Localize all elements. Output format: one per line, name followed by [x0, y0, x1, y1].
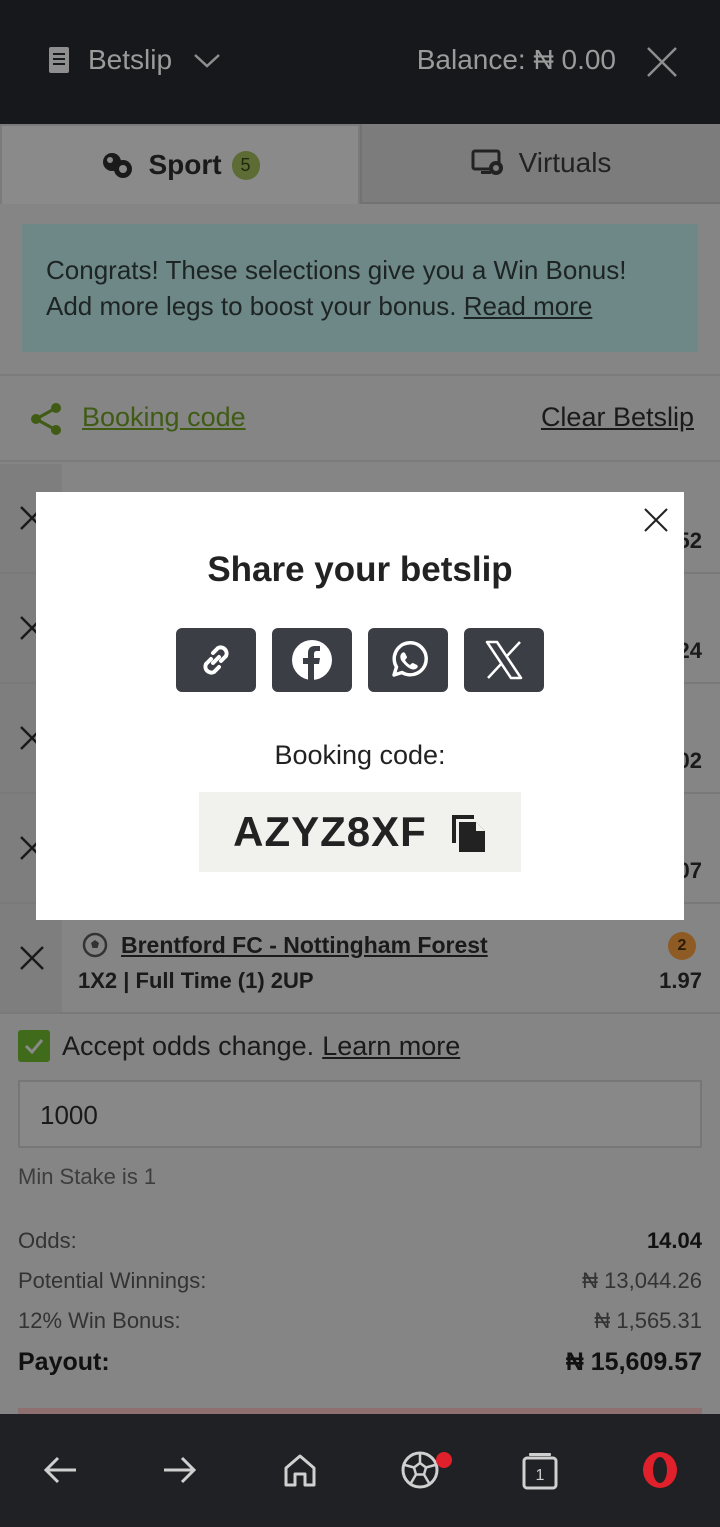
odds-value: 14.04	[646, 1228, 702, 1253]
link-icon	[203, 645, 229, 675]
selection-row: Brentford FC - Nottingham Forest 1X2 | F…	[0, 904, 720, 1014]
bonus-row: 12% Win Bonus: ₦ 1,565.31	[18, 1308, 702, 1334]
booking-code-box[interactable]: AZYZ8XF	[199, 792, 521, 872]
odds-label: Odds:	[18, 1228, 77, 1253]
payout-value: ₦ 15,609.57	[565, 1348, 702, 1376]
chevron-down-icon[interactable]	[192, 48, 222, 72]
share-x-button[interactable]	[464, 628, 544, 692]
share-facebook-button[interactable]	[272, 628, 352, 692]
tab-sport[interactable]: Sport 5	[0, 124, 360, 204]
winnings-label: Potential Winnings:	[18, 1268, 207, 1293]
copy-icon[interactable]	[449, 811, 487, 853]
tab-virtuals-label: Virtuals	[518, 147, 612, 178]
tabs-icon: 1	[522, 1453, 558, 1490]
remove-selection-icon[interactable]	[18, 944, 46, 972]
win-bonus-banner: Congrats! These selections give you a Wi…	[22, 224, 698, 352]
balance-display: Balance: ₦ 0.00	[416, 44, 616, 75]
copy-link-button[interactable]	[176, 628, 256, 692]
football-icon[interactable]	[400, 1450, 440, 1490]
home-icon[interactable]	[280, 1450, 320, 1490]
modal-title: Share your betslip	[207, 550, 513, 589]
betslip-header: Betslip Balance: ₦ 0.00	[0, 0, 720, 124]
match-link[interactable]: Brentford FC - Nottingham Forest	[121, 932, 488, 959]
share-betslip-modal: Share your betslip Booking code: AZYZ8XF	[36, 492, 684, 920]
notification-dot	[436, 1452, 452, 1468]
winnings-value: ₦ 13,044.26	[582, 1268, 702, 1293]
close-icon[interactable]	[642, 506, 670, 534]
tabs-button[interactable]: 1	[520, 1450, 560, 1490]
booking-code-value: AZYZ8XF	[233, 808, 427, 855]
winnings-row: Potential Winnings: ₦ 13,044.26	[18, 1268, 702, 1294]
payout-label: Payout:	[18, 1348, 110, 1376]
betslip-tabs: Sport 5 Virtuals	[0, 124, 720, 204]
browser-navbar: 1	[0, 1414, 720, 1527]
stake-input[interactable]: 1000	[18, 1080, 702, 1148]
clear-betslip-link[interactable]: Clear Betslip	[541, 402, 694, 433]
selection-market: 1X2 | Full Time (1) 2UP	[78, 968, 314, 993]
learn-more-link[interactable]: Learn more	[322, 1031, 460, 1062]
booking-code-link[interactable]: Booking code	[82, 402, 246, 433]
whatsapp-icon	[392, 641, 428, 677]
read-more-link[interactable]: Read more	[464, 291, 593, 321]
bonus-label: 12% Win Bonus:	[18, 1308, 181, 1333]
sports-icon	[103, 153, 133, 178]
facebook-icon	[292, 640, 332, 680]
virtuals-icon	[471, 149, 503, 175]
accept-odds-change[interactable]: Accept odds change. Learn more	[18, 1028, 460, 1064]
share-whatsapp-button[interactable]	[368, 628, 448, 692]
tab-sport-label: Sport	[148, 149, 222, 180]
tab-count: 1	[536, 1467, 545, 1484]
receipt-icon	[49, 47, 69, 73]
share-buttons	[176, 628, 544, 692]
share-icon[interactable]	[28, 402, 64, 436]
betslip-title[interactable]: Betslip	[88, 44, 172, 76]
boost-badge: 2	[668, 932, 696, 960]
checkbox-checked-icon[interactable]	[18, 1030, 50, 1062]
forward-arrow-icon[interactable]	[160, 1450, 200, 1490]
booking-code-label: Booking code:	[274, 740, 446, 770]
odds-row: Odds: 14.04	[18, 1228, 702, 1254]
min-stake-note: Min Stake is 1	[18, 1164, 157, 1189]
accept-odds-label: Accept odds change.	[62, 1030, 315, 1061]
soccer-ball-icon	[82, 932, 108, 958]
selection-count-badge: 5	[231, 150, 260, 180]
selection-odds: 1.97	[659, 968, 702, 993]
betslip-actions: Booking code Clear Betslip	[0, 374, 720, 462]
payout-row: Payout: ₦ 15,609.57	[18, 1348, 702, 1377]
x-icon	[485, 640, 523, 680]
bonus-value: ₦ 1,565.31	[594, 1308, 702, 1333]
close-icon[interactable]	[644, 44, 680, 80]
opera-logo-icon[interactable]	[640, 1450, 680, 1490]
back-arrow-icon[interactable]	[40, 1450, 80, 1490]
tab-virtuals[interactable]: Virtuals	[360, 124, 720, 204]
